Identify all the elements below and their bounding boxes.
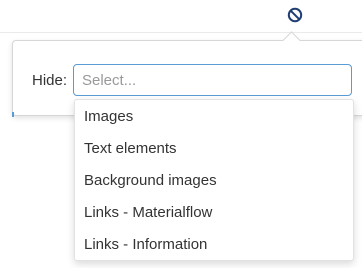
popover-arrow-cover: [280, 41, 304, 47]
option-background-images[interactable]: Background images: [75, 165, 353, 197]
forbidden-circle-icon: [287, 7, 303, 23]
hide-options-dropdown: Images Text elements Background images L…: [74, 99, 354, 261]
option-links-materialflow[interactable]: Links - Materialflow: [75, 197, 353, 229]
toolbar: [0, 0, 362, 33]
option-images[interactable]: Images: [75, 101, 353, 133]
hide-elements-button[interactable]: [285, 5, 305, 25]
option-links-information[interactable]: Links - Information: [75, 229, 353, 261]
hide-select-input[interactable]: [73, 64, 352, 96]
page: Hide: Images Text elements Background im…: [0, 0, 362, 268]
focus-edge: [12, 112, 14, 117]
option-text-elements[interactable]: Text elements: [75, 133, 353, 165]
hide-label: Hide:: [32, 72, 68, 89]
